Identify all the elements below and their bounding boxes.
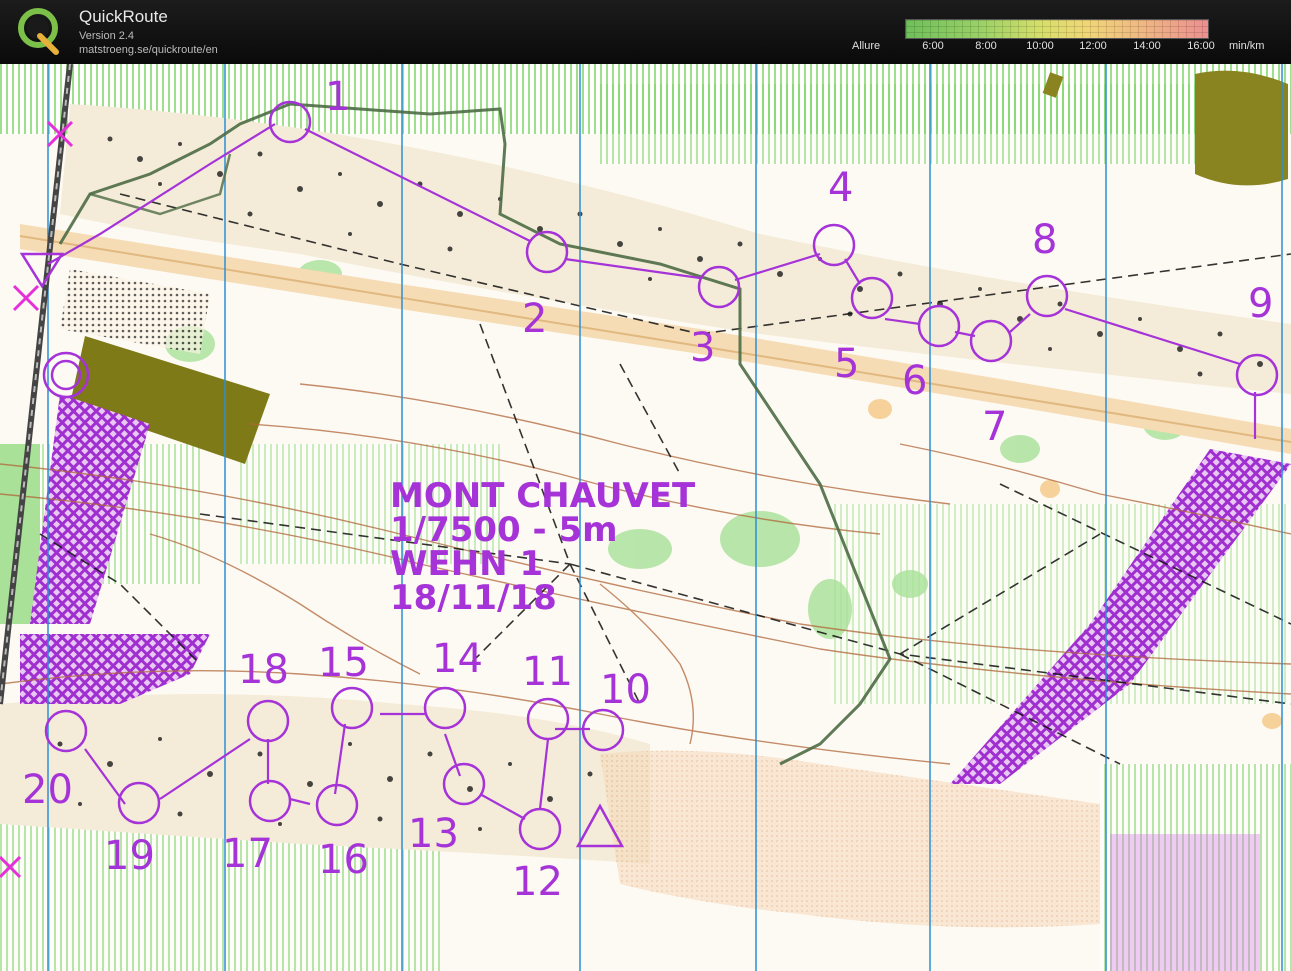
map-title-line: 1/7500 - 5m xyxy=(390,510,618,550)
map-title-line: WEHN 1 xyxy=(390,544,544,584)
control-number: 16 xyxy=(318,837,369,883)
control-number: 17 xyxy=(222,831,273,877)
app-title: QuickRoute xyxy=(79,7,168,26)
pace-color-scale xyxy=(905,19,1209,39)
pace-tick: 14:00 xyxy=(1133,40,1161,52)
control-number: 1 xyxy=(325,74,351,120)
control-number: 13 xyxy=(408,811,459,857)
control-number: 18 xyxy=(238,647,289,693)
pace-tick: 12:00 xyxy=(1079,40,1107,52)
control-number: 7 xyxy=(982,404,1008,450)
pace-tick: 8:00 xyxy=(975,40,997,52)
app-version: Version 2.4 xyxy=(79,30,135,42)
control-number: 5 xyxy=(834,341,860,387)
pace-tick: 10:00 xyxy=(1026,40,1054,52)
control-number: 14 xyxy=(432,636,483,682)
quickroute-logo-icon xyxy=(18,8,59,55)
app-url: matstroeng.se/quickroute/en xyxy=(79,44,218,56)
control-number: 12 xyxy=(512,859,563,905)
control-number: 9 xyxy=(1248,281,1274,327)
pace-unit: min/km xyxy=(1229,40,1265,52)
control-number: 19 xyxy=(104,833,155,879)
control-number: 11 xyxy=(522,649,573,695)
map-title-line: MONT CHAUVET xyxy=(390,476,696,516)
orienteering-map[interactable]: MONT CHAUVET 1/7500 - 5m WEHN 1 18/11/18… xyxy=(0,64,1291,971)
control-number: 6 xyxy=(902,358,928,404)
control-number: 4 xyxy=(828,165,854,211)
pace-tick: 16:00 xyxy=(1187,40,1215,52)
control-number: 3 xyxy=(690,325,716,371)
control-number: 10 xyxy=(600,667,651,713)
control-number: 20 xyxy=(22,767,73,813)
map-title-line: 18/11/18 xyxy=(390,578,557,618)
control-number: 8 xyxy=(1032,217,1058,263)
pace-legend-label: Allure xyxy=(852,40,881,52)
pace-tick: 6:00 xyxy=(922,40,944,52)
app-header: QuickRoute Version 2.4 matstroeng.se/qui… xyxy=(0,0,1291,64)
control-number: 15 xyxy=(318,640,369,686)
map-title-block: MONT CHAUVET 1/7500 - 5m WEHN 1 18/11/18 xyxy=(390,479,695,615)
control-number: 2 xyxy=(522,296,548,342)
